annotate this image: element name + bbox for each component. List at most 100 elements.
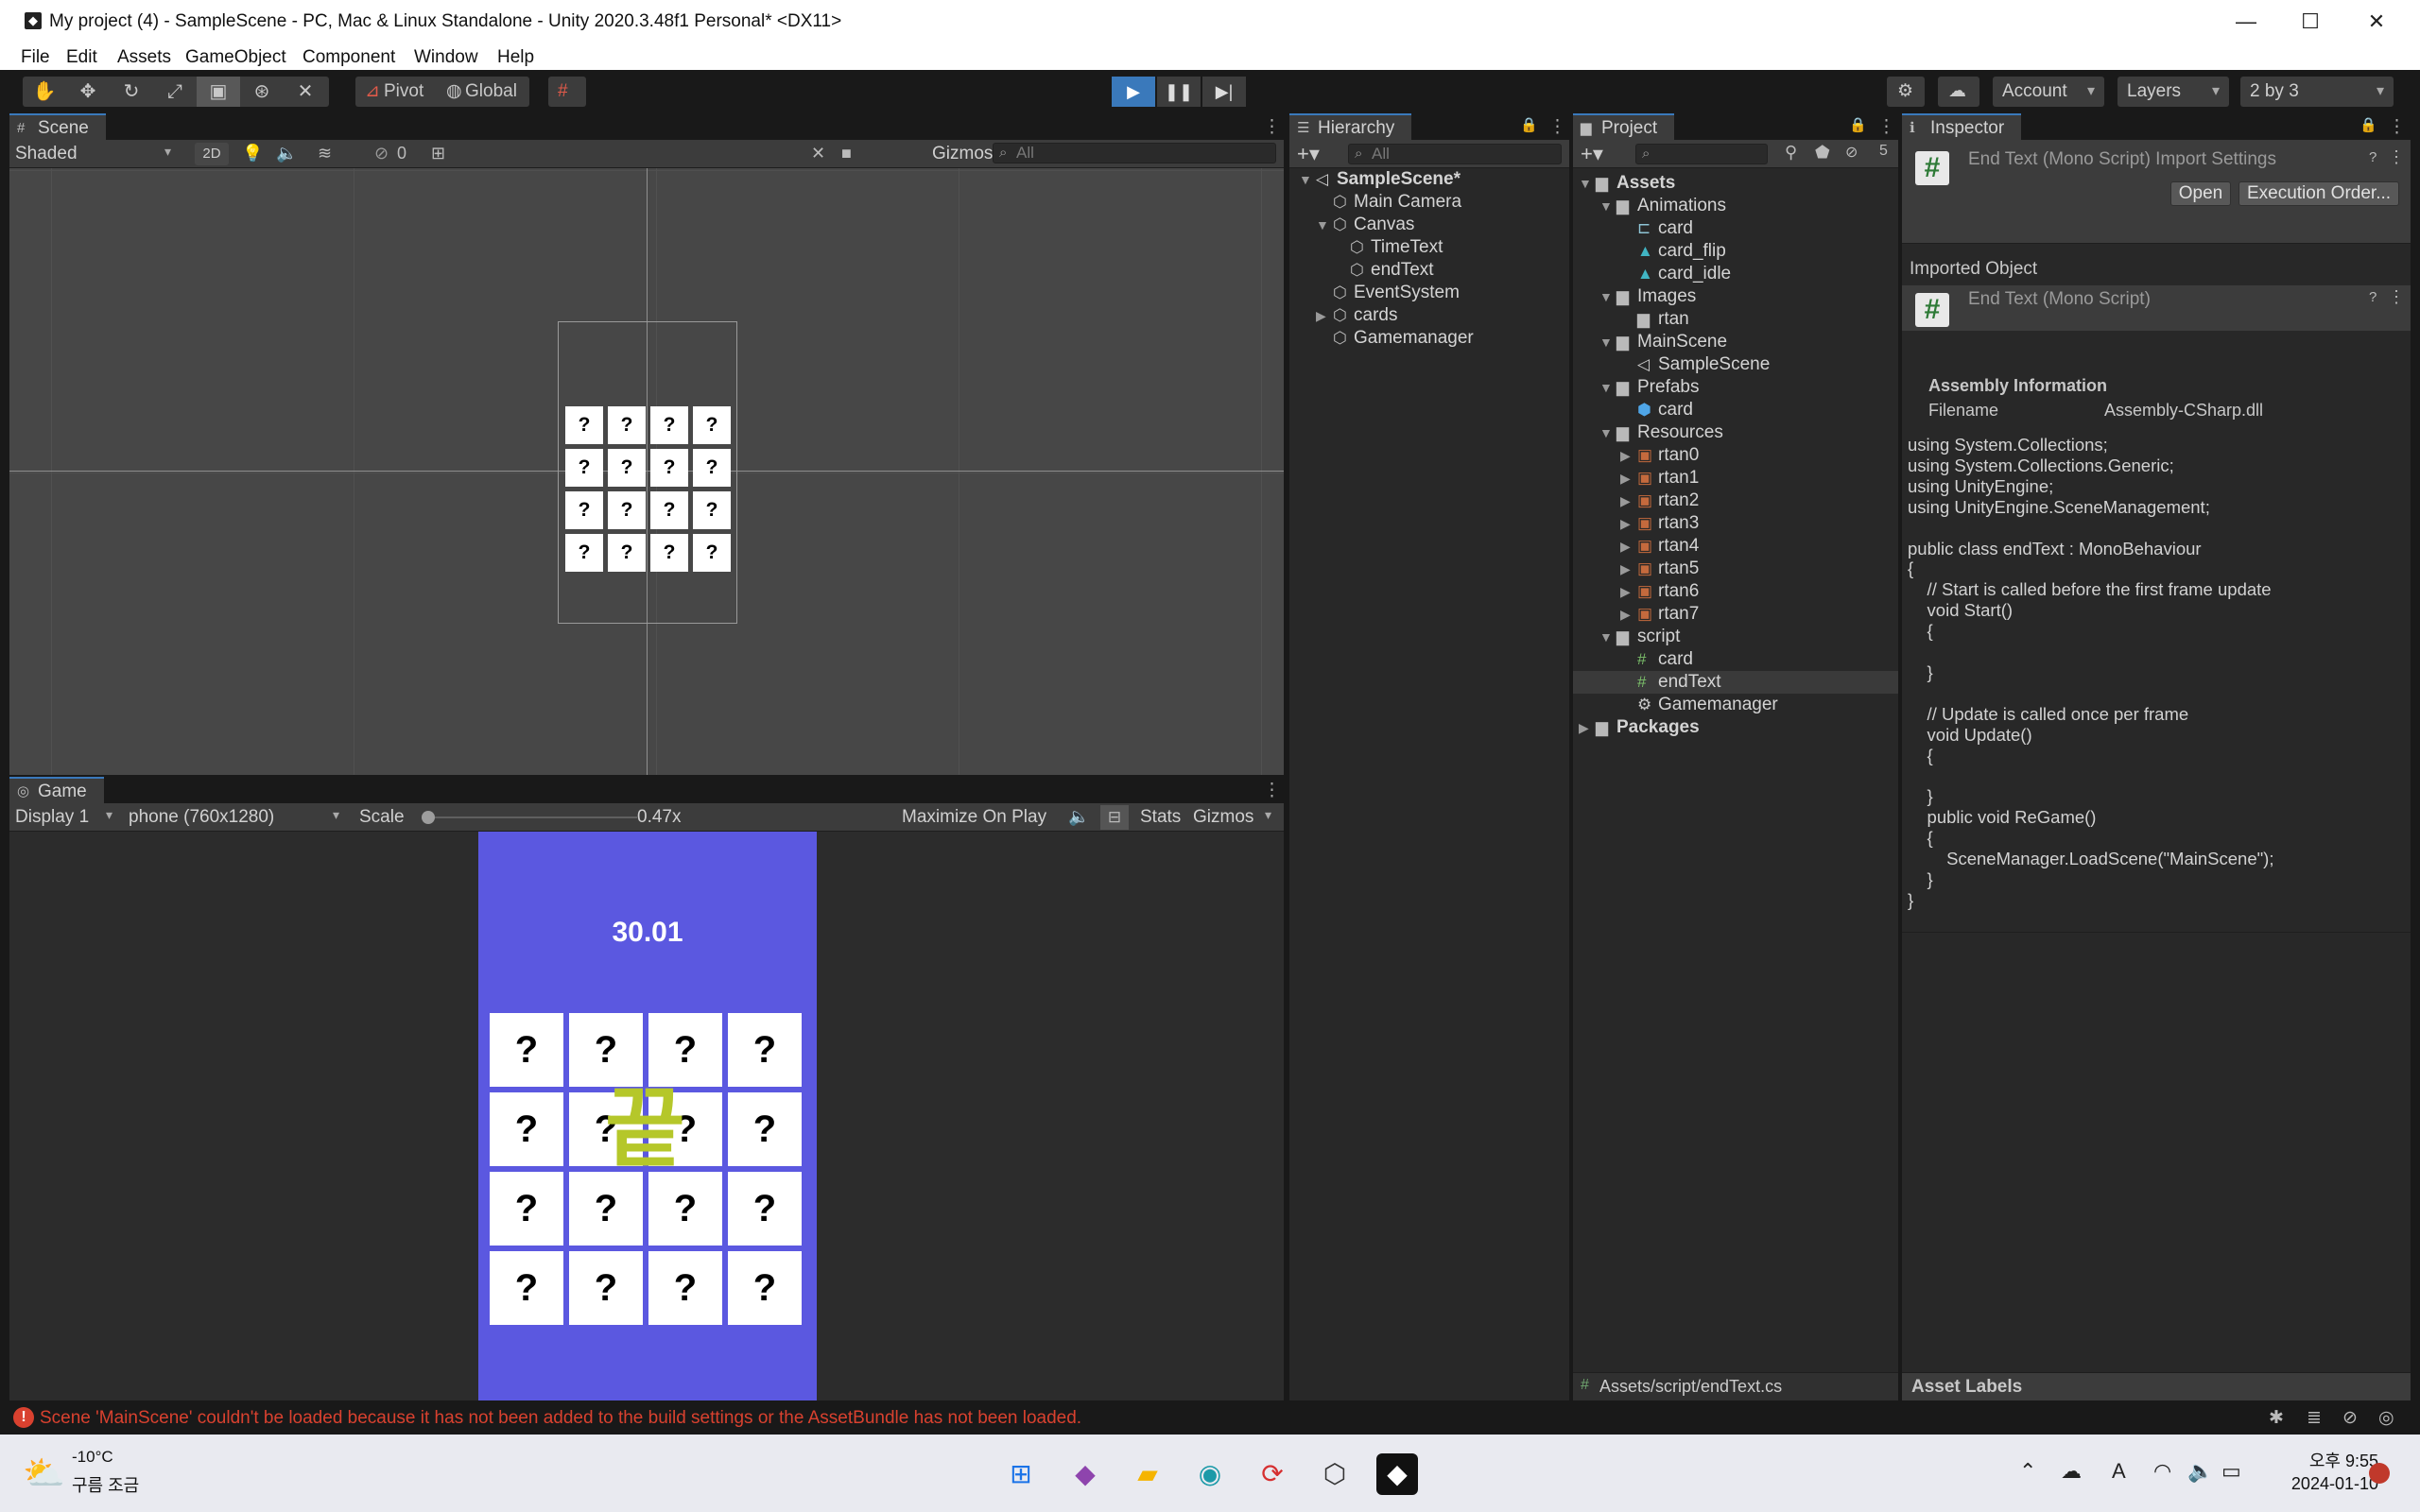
execution-order-button[interactable]: Execution Order... bbox=[2238, 181, 2399, 206]
scene-menu-icon[interactable]: ⋮ bbox=[1263, 116, 1281, 138]
maximize-on-play-toggle[interactable]: Maximize On Play bbox=[902, 807, 1046, 828]
wifi-icon[interactable]: ◠ bbox=[2153, 1459, 2171, 1484]
search-by-label-icon[interactable]: ⬟ bbox=[1815, 143, 1830, 163]
game-card[interactable]: ? bbox=[490, 1092, 563, 1166]
menu-file[interactable]: File bbox=[21, 47, 50, 68]
game-viewport[interactable]: 30.01 ???????????????? 끝 bbox=[9, 832, 1284, 1400]
game-menu-icon[interactable]: ⋮ bbox=[1263, 780, 1281, 801]
scene-search-input[interactable]: ⌕ All bbox=[993, 143, 1276, 163]
lock-icon[interactable]: 🔒 bbox=[1849, 116, 1867, 133]
onedrive-cloud-icon[interactable]: ☁ bbox=[2061, 1459, 2082, 1484]
network-off-icon[interactable]: ⊘ bbox=[2342, 1407, 2358, 1429]
collapse-arrow-icon[interactable]: ▶ bbox=[1620, 558, 1637, 580]
collab-cloud-button[interactable]: ☁ bbox=[1938, 77, 1979, 107]
tree-item[interactable]: ▼ ▆ Assets bbox=[1573, 172, 1898, 195]
hierarchy-search-input[interactable]: ⌕ All bbox=[1348, 144, 1562, 164]
game-gizmos-dropdown[interactable]: Gizmos bbox=[1193, 807, 1253, 828]
expand-arrow-icon[interactable]: ▼ bbox=[1599, 285, 1616, 308]
expand-arrow-icon[interactable]: ▼ bbox=[1599, 376, 1616, 399]
tree-item[interactable]: ⬡ Gamemanager bbox=[1289, 327, 1569, 350]
layout-dropdown[interactable]: 2 by 3 bbox=[2240, 77, 2394, 107]
asset-labels-bar[interactable]: Asset Labels bbox=[1902, 1372, 2411, 1400]
game-card[interactable]: ? bbox=[490, 1172, 563, 1246]
lighting-icon[interactable]: 💡 bbox=[242, 144, 263, 163]
console-status-bar[interactable]: ! Scene 'MainScene' couldn't be loaded b… bbox=[0, 1402, 2420, 1435]
rect-tool-icon[interactable]: ▣ bbox=[197, 77, 240, 107]
tree-item[interactable]: # card bbox=[1573, 648, 1898, 671]
expand-arrow-icon[interactable]: ▼ bbox=[1299, 168, 1316, 191]
object-kebab-icon[interactable]: ⋮ bbox=[2388, 287, 2405, 307]
mute-audio-icon[interactable]: 🔈 bbox=[1068, 807, 1089, 827]
settings-kebab-icon[interactable]: ⋮ bbox=[2388, 147, 2405, 167]
progress-ok-icon[interactable]: ◎ bbox=[2378, 1407, 2394, 1429]
expand-arrow-icon[interactable]: ▼ bbox=[1316, 214, 1333, 236]
stats-toggle[interactable]: Stats bbox=[1140, 807, 1181, 828]
create-plus-icon[interactable]: +▾ bbox=[1297, 142, 1320, 166]
expand-arrow-icon[interactable]: ▼ bbox=[1599, 195, 1616, 217]
help-icon[interactable]: ? bbox=[2369, 289, 2377, 305]
menu-help[interactable]: Help bbox=[497, 47, 534, 68]
tree-item[interactable]: ▶ ▣ rtan4 bbox=[1573, 535, 1898, 558]
tree-item[interactable]: ▆ rtan bbox=[1573, 308, 1898, 331]
weather-description[interactable]: 구름 조금 bbox=[72, 1472, 139, 1497]
tools-icon[interactable]: ✕ bbox=[811, 144, 825, 163]
tree-item[interactable]: ⚙ Gamemanager bbox=[1573, 694, 1898, 716]
tree-item[interactable]: ▶ ▣ rtan3 bbox=[1573, 512, 1898, 535]
shading-mode-dropdown[interactable]: Shaded bbox=[15, 144, 78, 164]
tree-item[interactable]: ⬡ EventSystem bbox=[1289, 282, 1569, 304]
scale-slider-thumb[interactable] bbox=[422, 811, 435, 824]
tree-item[interactable]: ⊏ card bbox=[1573, 217, 1898, 240]
tree-item[interactable]: ▲ card_flip bbox=[1573, 240, 1898, 263]
game-card[interactable]: ? bbox=[728, 1013, 802, 1087]
expand-arrow-icon[interactable]: ▼ bbox=[1599, 421, 1616, 444]
play-button[interactable]: ▶ bbox=[1112, 77, 1155, 107]
tree-item[interactable]: ▶ ▣ rtan6 bbox=[1573, 580, 1898, 603]
tree-item[interactable]: ⬢ card bbox=[1573, 399, 1898, 421]
clock-time[interactable]: 오후 9:55 bbox=[2284, 1448, 2378, 1472]
hidden-packages-icon[interactable]: ⊘ bbox=[1845, 143, 1858, 162]
transform-tool-icon[interactable]: ⊛ bbox=[240, 77, 284, 107]
rotate-tool-icon[interactable]: ↻ bbox=[110, 77, 153, 107]
display-dropdown[interactable]: Display 1 bbox=[15, 807, 89, 828]
tree-item[interactable]: ⬡ Main Camera bbox=[1289, 191, 1569, 214]
scene-viewport[interactable]: ???????????????? bbox=[9, 168, 1284, 775]
copilot-icon[interactable]: ◆ bbox=[1064, 1453, 1106, 1495]
clock-date[interactable]: 2024-01-10 bbox=[2269, 1474, 2378, 1494]
global-toggle[interactable]: Global bbox=[465, 77, 517, 107]
scale-slider-track[interactable] bbox=[422, 811, 637, 824]
vsync-icon[interactable]: ⊟ bbox=[1100, 805, 1129, 830]
game-card[interactable]: ? bbox=[569, 1251, 643, 1325]
pause-button[interactable]: ❚❚ bbox=[1157, 77, 1201, 107]
expand-arrow-icon[interactable]: ▼ bbox=[1599, 331, 1616, 353]
tree-item[interactable]: ▶ ▣ rtan2 bbox=[1573, 490, 1898, 512]
project-search-input[interactable]: ⌕ bbox=[1635, 144, 1768, 164]
tree-item[interactable]: ▼ ▆ Animations bbox=[1573, 195, 1898, 217]
maximize-button[interactable]: ☐ bbox=[2291, 8, 2329, 36]
lock-icon[interactable]: 🔒 bbox=[2360, 116, 2377, 133]
weather-temp[interactable]: -10°C bbox=[72, 1448, 113, 1467]
start-menu-icon[interactable]: ⊞ bbox=[1000, 1453, 1042, 1495]
lock-icon[interactable]: 🔒 bbox=[1520, 116, 1538, 133]
hierarchy-menu-icon[interactable]: ⋮ bbox=[1548, 116, 1566, 138]
search-by-type-icon[interactable]: ⚲ bbox=[1785, 143, 1797, 163]
sync-app-icon[interactable]: ⟳ bbox=[1252, 1453, 1293, 1495]
tree-item[interactable]: ⬡ endText bbox=[1289, 259, 1569, 282]
tree-item[interactable]: ▼ ◁ SampleScene* bbox=[1289, 168, 1569, 191]
game-card[interactable]: ? bbox=[728, 1172, 802, 1246]
menu-component[interactable]: Component bbox=[302, 47, 395, 68]
collapse-arrow-icon[interactable]: ▶ bbox=[1316, 304, 1333, 327]
phone-screen[interactable]: 30.01 ???????????????? 끝 bbox=[478, 832, 817, 1400]
collapse-arrow-icon[interactable]: ▶ bbox=[1620, 603, 1637, 626]
collapse-arrow-icon[interactable]: ▶ bbox=[1620, 490, 1637, 512]
tree-item[interactable]: # endText bbox=[1573, 671, 1898, 694]
minimize-button[interactable]: — bbox=[2227, 8, 2265, 36]
status-error-message[interactable]: Scene 'MainScene' couldn't be loaded bec… bbox=[40, 1408, 1081, 1429]
collapse-arrow-icon[interactable]: ▶ bbox=[1620, 580, 1637, 603]
tab-scene[interactable]: # Scene bbox=[9, 113, 106, 140]
weather-icon[interactable]: ⛅ bbox=[23, 1453, 65, 1493]
inspector-menu-icon[interactable]: ⋮ bbox=[2388, 116, 2406, 138]
grid-snap-button[interactable]: # bbox=[548, 77, 586, 107]
tree-item[interactable]: ▶ ⬡ cards bbox=[1289, 304, 1569, 327]
menu-edit[interactable]: Edit bbox=[66, 47, 97, 68]
undo-history-button[interactable]: ⚙ bbox=[1887, 77, 1925, 107]
